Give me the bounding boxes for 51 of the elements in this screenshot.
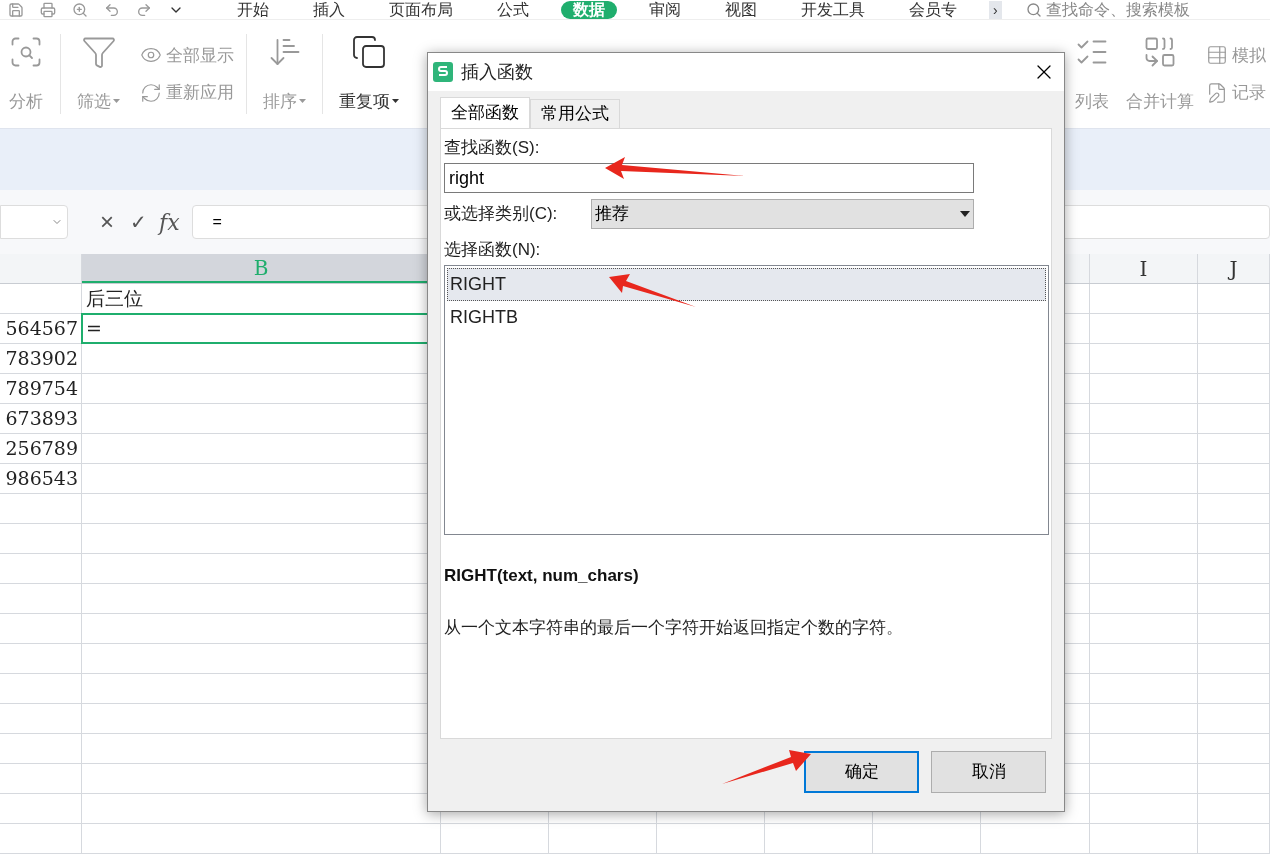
search-field[interactable]: 查找命令、搜索模板	[1025, 0, 1190, 22]
menu-tab[interactable]: 视图	[713, 0, 769, 19]
search-field[interactable]: right	[444, 163, 974, 193]
dialog-tab[interactable]: 全部函数	[440, 97, 530, 128]
caret-icon	[392, 99, 399, 104]
table-icon	[1206, 44, 1228, 67]
field-label: 选择函数(N):	[444, 239, 542, 261]
function-description: 从一个文本字符串的最后一个字符开始返回指定个数的字符。	[444, 616, 904, 639]
more-button[interactable]: ›	[989, 0, 1002, 19]
dialog-tab[interactable]: 常用公式	[530, 99, 620, 128]
undo-icon[interactable]	[104, 1, 120, 18]
caret-icon	[113, 99, 120, 104]
pen-icon	[1206, 81, 1228, 104]
field-label: 查找函数(S):	[444, 137, 541, 159]
menu-tab[interactable]: 页面布局	[377, 0, 465, 19]
cancel-button[interactable]: ×	[100, 204, 114, 240]
menu-tab[interactable]: 公式	[485, 0, 541, 19]
app-logo-icon	[433, 62, 453, 82]
cancel-button[interactable]: 取消	[931, 751, 1046, 793]
caret-icon	[299, 99, 306, 104]
dialog-title: 插入函数	[461, 60, 533, 84]
preview-icon[interactable]	[72, 1, 88, 18]
column-header[interactable]: J	[1198, 254, 1270, 283]
redo-icon[interactable]	[136, 1, 152, 18]
function-item[interactable]: RIGHTB	[447, 301, 1046, 334]
table-cell: 564567	[0, 314, 82, 343]
menu-tab[interactable]: 会员专	[897, 0, 969, 19]
ok-button[interactable]: 确定	[804, 751, 919, 793]
menu-tab[interactable]: 插入	[301, 0, 357, 19]
table-cell: 673893	[0, 404, 82, 433]
print-icon[interactable]	[40, 1, 56, 18]
function-item[interactable]: RIGHT	[447, 268, 1046, 301]
squares-icon	[351, 34, 387, 70]
column-header[interactable]: I	[1090, 254, 1198, 283]
caret-icon	[960, 211, 970, 217]
table-cell: 256789	[0, 434, 82, 463]
function-button[interactable]: fx	[159, 205, 180, 239]
function-signature: RIGHT(text, num_chars)	[444, 565, 640, 587]
save-icon[interactable]	[8, 1, 24, 18]
table-cell: 986543	[0, 464, 82, 493]
category-dropdown[interactable]: 推荐	[591, 199, 974, 229]
ribbon-button[interactable]: 重复项	[331, 34, 407, 114]
field-label: 或选择类别(C):	[444, 203, 559, 226]
table-cell: 783902	[0, 344, 82, 373]
confirm-button[interactable]: ✓	[130, 207, 147, 237]
menu-tab[interactable]: 开始	[225, 0, 281, 19]
table-cell: 789754	[0, 374, 82, 403]
menu-tab[interactable]: 审阅	[637, 0, 693, 19]
refresh-icon	[140, 81, 162, 104]
search-icon	[1025, 1, 1042, 18]
menu-tab[interactable]: 开发工具	[789, 0, 877, 19]
